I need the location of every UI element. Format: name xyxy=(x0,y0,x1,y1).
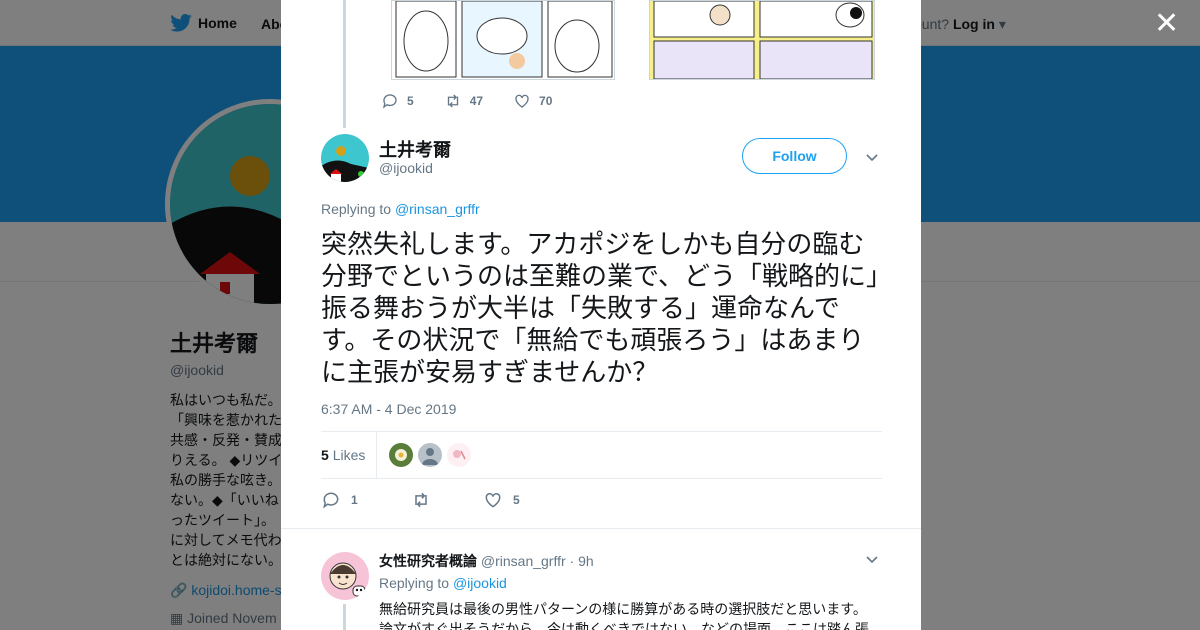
author-name[interactable]: 土井考爾 xyxy=(379,136,451,162)
tweet-text: 突然失礼します。アカポジをしかも自分の臨む分野でというのは至難の業で、どう「戦略… xyxy=(321,229,879,387)
reply-replying-to: Replying to @ijookid xyxy=(379,575,507,591)
likes-label: Likes xyxy=(332,447,366,463)
manga-panel-image xyxy=(392,1,614,79)
chevron-down-icon[interactable] xyxy=(865,150,879,164)
likes-count[interactable]: 5 Likes xyxy=(321,447,365,463)
replying-to-link[interactable]: @rinsan_grffr xyxy=(395,201,480,217)
avatar-cartoon-image xyxy=(321,552,369,600)
replying-prefix: Replying to xyxy=(321,201,392,217)
replying-prefix: Replying to xyxy=(379,575,450,591)
heart-icon xyxy=(485,492,501,508)
divider xyxy=(376,432,377,478)
reply-time[interactable]: · 9h xyxy=(570,553,594,569)
retweet-action[interactable]: 47 xyxy=(444,92,483,110)
close-icon[interactable]: ✕ xyxy=(1154,9,1179,39)
reply-author-name[interactable]: 女性研究者概論 xyxy=(379,553,477,569)
likes-number: 5 xyxy=(321,447,329,463)
reply-text: 無給研究員は最後の男性パターンの様に勝算がある時の選択肢だと思います。論文がすぐ… xyxy=(379,601,869,630)
tweet-actions: 1 5 xyxy=(321,490,520,510)
like-action[interactable]: 70 xyxy=(513,92,552,110)
thread-line xyxy=(343,604,346,630)
reply-author-handle[interactable]: @rinsan_grffr xyxy=(481,553,566,569)
tweet-modal: 5 47 70 土井考爾 @ijookid Follow Replying to… xyxy=(281,0,921,630)
replying-to: Replying to @rinsan_grffr xyxy=(321,201,480,217)
reply-count: 1 xyxy=(351,493,358,507)
follow-button[interactable]: Follow xyxy=(742,138,847,174)
liker-avatar[interactable] xyxy=(447,443,471,467)
divider xyxy=(281,528,921,529)
thread-line xyxy=(343,0,346,128)
author-avatar[interactable] xyxy=(321,134,369,182)
like-action[interactable]: 5 xyxy=(483,490,520,510)
like-count: 70 xyxy=(539,94,553,108)
comic-image-1[interactable] xyxy=(391,0,615,80)
author-handle[interactable]: @ijookid xyxy=(379,160,433,176)
reply-action[interactable]: 1 xyxy=(321,490,411,510)
reply-count: 5 xyxy=(407,94,414,108)
manga-panel-image xyxy=(650,1,874,79)
like-count: 5 xyxy=(513,493,520,507)
heart-icon xyxy=(515,94,529,108)
liker-avatar[interactable] xyxy=(389,443,413,467)
replying-to-link[interactable]: @ijookid xyxy=(453,575,507,591)
chevron-down-icon[interactable] xyxy=(865,552,879,566)
previous-tweet-actions: 5 47 70 xyxy=(381,92,582,110)
comic-image-2[interactable] xyxy=(649,0,875,80)
likes-summary: 5 Likes xyxy=(321,431,882,479)
tweet-timestamp[interactable]: 6:37 AM - 4 Dec 2019 xyxy=(321,401,456,417)
reply-icon xyxy=(323,492,339,509)
reply-header: 女性研究者概論 @rinsan_grffr · 9h xyxy=(379,551,594,571)
retweet-icon xyxy=(415,492,427,508)
avatar-landscape-image xyxy=(321,134,369,182)
reply-action[interactable]: 5 xyxy=(381,92,414,110)
liker-avatar[interactable] xyxy=(418,443,442,467)
reply-author-avatar[interactable] xyxy=(321,552,369,600)
reply-icon xyxy=(382,94,397,109)
retweet-action[interactable] xyxy=(411,490,483,510)
retweet-count: 47 xyxy=(469,94,484,108)
retweet-icon xyxy=(447,94,458,108)
